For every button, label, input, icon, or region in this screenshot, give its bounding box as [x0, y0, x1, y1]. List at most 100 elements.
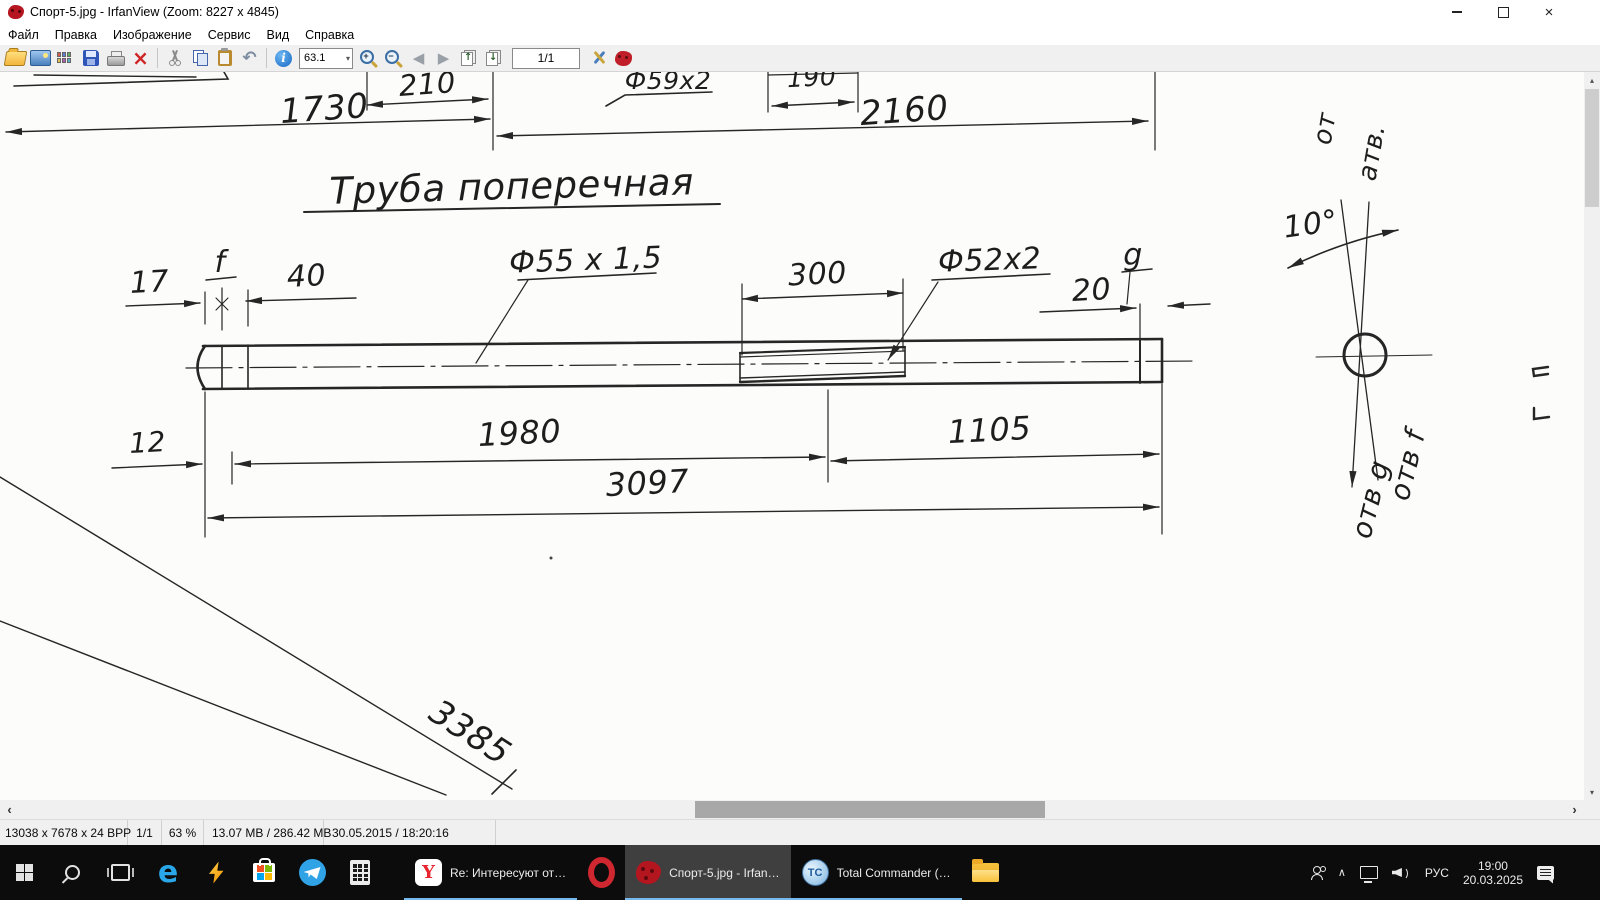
back-arrow-icon: ◀ [413, 51, 425, 66]
dim-210: 210 [398, 72, 457, 103]
label-otv-f: отв f [1383, 423, 1433, 504]
thumbnails-icon [57, 52, 74, 65]
next-image-button[interactable]: ▶ [431, 46, 456, 70]
label-g: g [1123, 238, 1143, 273]
minimize-button[interactable] [1434, 0, 1480, 24]
dim-3097: 3097 [605, 462, 690, 504]
edge-button[interactable]: e [144, 845, 192, 900]
page-up-button[interactable]: ↑ [456, 46, 481, 70]
save-button[interactable] [78, 46, 103, 70]
speaker-icon[interactable] [1392, 865, 1411, 880]
search-icon [65, 865, 80, 880]
print-icon [107, 51, 125, 66]
scroll-right-button[interactable]: › [1565, 800, 1584, 819]
taskbar-irfanview-window[interactable]: Спорт-5.jpg - Irfan… [625, 845, 790, 900]
scrollbar-corner [1584, 800, 1600, 819]
store-button[interactable] [240, 845, 288, 900]
yandex-window-label: Re: Интересуют от… [450, 866, 566, 880]
redeye-button[interactable] [611, 46, 636, 70]
zoom-in-button[interactable]: + [356, 46, 381, 70]
image-canvas[interactable]: 1730 210 Ф59х2 190 2160 от атв. 10° отв … [0, 72, 1584, 800]
page-down-button[interactable]: ↓ [481, 46, 506, 70]
note-otv: атв. [1352, 122, 1391, 183]
opera-button[interactable] [577, 845, 625, 900]
winamp-button[interactable] [192, 845, 240, 900]
irfanview-app-icon [8, 5, 24, 19]
taskbar: e Y Re: Интересуют от… Спорт-5.jpg - Irf… [0, 845, 1600, 900]
menu-item-options[interactable]: Сервис [200, 26, 259, 44]
network-icon[interactable] [1360, 866, 1378, 879]
tools-button[interactable] [586, 46, 611, 70]
slideshow-button[interactable] [28, 46, 53, 70]
page-number-field[interactable]: 1/1 [512, 48, 580, 69]
search-button[interactable] [48, 845, 96, 900]
tray-clock[interactable]: 19:00 20.03.2025 [1463, 859, 1523, 887]
dim-2160: 2160 [859, 88, 950, 134]
copy-icon [192, 50, 208, 66]
start-button[interactable] [0, 845, 48, 900]
dim-1105: 1105 [947, 409, 1032, 451]
tray-time: 19:00 [1463, 859, 1523, 873]
menu-item-image[interactable]: Изображение [105, 26, 200, 44]
zoom-out-button[interactable]: − [381, 46, 406, 70]
zoom-combobox[interactable]: 63.1 ▾ [299, 48, 353, 69]
menu-item-view[interactable]: Вид [259, 26, 298, 44]
paste-button[interactable] [212, 46, 237, 70]
system-tray: ∧ РУС 19:00 20.03.2025 [1311, 845, 1600, 900]
open-button[interactable] [3, 46, 28, 70]
copy-button[interactable] [187, 46, 212, 70]
taskbar-totalcmd-window[interactable]: TC Total Commander (… [791, 845, 962, 900]
calculator-button[interactable] [336, 845, 384, 900]
status-bar: 13038 x 7678 x 24 BPP 1/1 63 % 13.07 MB … [0, 819, 1600, 845]
maximize-button[interactable] [1480, 0, 1526, 24]
vertical-scrollbar[interactable]: ▴ ▾ [1584, 72, 1600, 800]
scroll-left-button[interactable]: ‹ [0, 800, 19, 819]
window-titlebar: Спорт-5.jpg - IrfanView (Zoom: 8227 x 48… [0, 0, 1600, 24]
note-ot: от [1308, 110, 1343, 147]
close-icon: × [1545, 5, 1554, 20]
horizontal-scrollbar-thumb[interactable] [695, 801, 1045, 818]
dim-300: 300 [787, 255, 848, 293]
horizontal-scrollbar[interactable]: ‹ › [0, 800, 1584, 819]
print-button[interactable] [103, 46, 128, 70]
page-down-icon: ↓ [486, 50, 501, 66]
thumbnails-button[interactable] [53, 46, 78, 70]
close-button[interactable]: × [1526, 0, 1572, 24]
status-image-size: 13038 x 7678 x 24 BPP [0, 820, 128, 845]
zoom-value: 63.1 [304, 52, 346, 64]
menu-item-help[interactable]: Справка [297, 26, 362, 44]
menu-item-edit[interactable]: Правка [47, 26, 105, 44]
undo-button[interactable]: ↶ [237, 46, 262, 70]
taskbar-yandex-window[interactable]: Y Re: Интересуют от… [404, 845, 577, 900]
zoom-out-icon: − [384, 49, 403, 68]
people-icon[interactable] [1311, 866, 1324, 880]
dim-17: 17 [129, 264, 170, 301]
dim-40: 40 [286, 258, 327, 295]
minimize-icon [1452, 11, 1462, 13]
info-button[interactable]: i [271, 46, 296, 70]
scroll-up-button[interactable]: ▴ [1584, 72, 1600, 88]
slideshow-icon [30, 50, 51, 66]
vertical-scrollbar-thumb[interactable] [1585, 89, 1599, 207]
delete-button[interactable]: × [128, 46, 153, 70]
windows-logo-icon [16, 864, 33, 881]
explorer-button[interactable] [962, 845, 1010, 900]
dim-1730: 1730 [279, 86, 370, 132]
previous-image-button[interactable]: ◀ [406, 46, 431, 70]
cut-button[interactable] [162, 46, 187, 70]
telegram-icon [299, 859, 326, 886]
scroll-down-button[interactable]: ▾ [1584, 784, 1600, 800]
telegram-button[interactable] [288, 845, 336, 900]
menu-item-file[interactable]: Файл [0, 26, 47, 44]
language-indicator[interactable]: РУС [1425, 866, 1449, 880]
info-icon: i [275, 50, 292, 67]
task-view-button[interactable] [96, 845, 144, 900]
drawing-labels: 1730 210 Ф59х2 190 2160 от атв. 10° отв … [128, 72, 1433, 774]
action-center-icon[interactable] [1537, 866, 1554, 880]
open-folder-icon [4, 51, 28, 66]
save-icon [83, 50, 99, 66]
irfanview-window-label: Спорт-5.jpg - Irfan… [669, 866, 779, 880]
page-up-icon: ↑ [461, 50, 476, 66]
dim-f59: Ф59х2 [625, 72, 712, 95]
tray-chevron-icon[interactable]: ∧ [1338, 866, 1346, 879]
